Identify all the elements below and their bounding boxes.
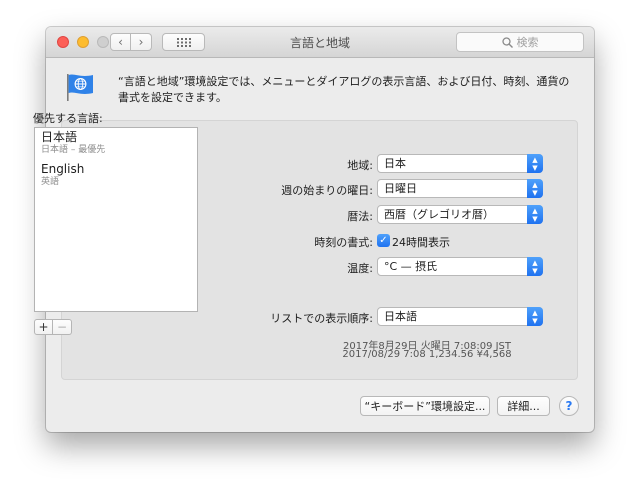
temperature-label: 温度: [347,262,373,275]
region-value: 日本 [384,157,406,170]
help-button[interactable]: ? [559,396,579,416]
24-hour-label[interactable]: 24時間表示 [392,234,450,250]
week-start-label: 週の始まりの曜日: [281,184,373,197]
magnifier-icon [501,36,513,48]
remove-language-button[interactable]: − [53,319,72,335]
sample-date-short: 2017/08/29 7:08 1,234.56 ¥4,568 [342,349,512,360]
popup-arrows-icon: ▲ ▼ [527,257,543,276]
language-subtitle: 日本語 – 最優先 [41,145,106,155]
flag-globe-icon [67,74,93,101]
search-field[interactable]: 検索 [456,32,584,52]
temperature-popup[interactable]: °C — 摂氏 ▲ ▼ [377,257,543,276]
search-placeholder: 検索 [516,36,539,49]
calendar-popup[interactable]: 西暦（グレゴリオ暦） ▲ ▼ [377,205,543,224]
calendar-label: 暦法: [347,210,373,223]
week-start-popup[interactable]: 日曜日 ▲ ▼ [377,179,543,198]
language-subtitle: 英語 [41,177,60,187]
region-popup[interactable]: 日本 ▲ ▼ [377,154,543,173]
add-language-button[interactable]: + [34,319,53,335]
temperature-value: °C — 摂氏 [384,260,438,273]
time-format-label: 時刻の書式: [314,236,373,249]
list-order-popup[interactable]: 日本語 ▲ ▼ [377,307,543,326]
preferred-languages-list[interactable]: 日本語 日本語 – 最優先 English 英語 [34,127,198,312]
keyboard-preferences-button[interactable]: “キーボード”環境設定... [360,396,490,416]
list-order-label: リストでの表示順序: [270,312,373,325]
popup-arrows-icon: ▲ ▼ [527,307,543,326]
list-order-value: 日本語 [384,310,417,323]
24-hour-checkbox[interactable]: ✓ [377,234,390,247]
pane-description: “言語と地域”環境設定では、メニューとダイアログの表示言語、および日付、時刻、通… [118,75,570,104]
list-item-english[interactable]: English 英語 [41,162,84,188]
preferred-languages-heading: 優先する言語: [33,112,103,125]
calendar-value: 西暦（グレゴリオ暦） [384,208,494,221]
advanced-button[interactable]: 詳細... [497,396,550,416]
language-name: English [41,162,85,176]
popup-arrows-icon: ▲ ▼ [527,205,543,224]
title-bar: ‹ › 言語と地域 検索 [46,27,594,58]
popup-arrows-icon: ▲ ▼ [527,179,543,198]
region-label: 地域: [347,159,373,172]
language-name: 日本語 [41,130,78,144]
week-start-value: 日曜日 [384,182,417,195]
list-item-japanese[interactable]: 日本語 日本語 – 最優先 [41,130,105,156]
popup-arrows-icon: ▲ ▼ [527,154,543,173]
